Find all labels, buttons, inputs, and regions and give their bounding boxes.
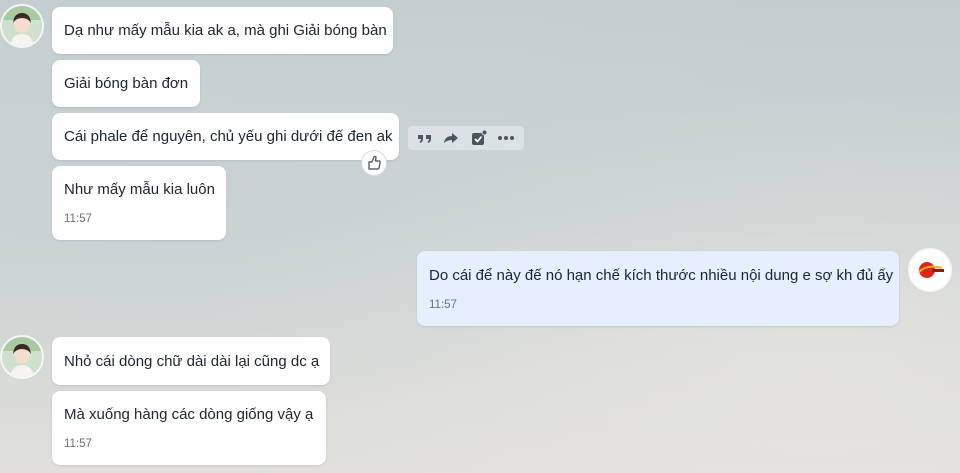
message-bubble-incoming[interactable]: Dạ như mấy mẫu kia ak a, mà ghi Giải bón…: [52, 7, 393, 54]
forward-icon: [444, 133, 458, 143]
more-button[interactable]: [496, 128, 516, 148]
message-timestamp: 11:57: [64, 438, 92, 450]
contact-avatar[interactable]: [2, 6, 42, 46]
message-text: Cái phale để nguyên, chủ yếu ghi dưới đế…: [64, 128, 393, 145]
contact-avatar[interactable]: [2, 337, 42, 377]
message-bubble-incoming[interactable]: Cái phale để nguyên, chủ yếu ghi dưới đế…: [52, 113, 399, 160]
message-bubble-incoming[interactable]: Nhỏ cái dòng chữ dài dài lại cũng dc ạ: [52, 337, 330, 385]
task-button[interactable]: [469, 128, 489, 148]
reaction-button[interactable]: [362, 151, 386, 175]
forward-button[interactable]: [441, 128, 461, 148]
thumbs-up-icon: [368, 155, 381, 170]
more-icon: [498, 136, 514, 140]
quote-icon: [418, 135, 431, 143]
message-text: Mà xuống hàng các dòng giống vậy ạ: [64, 406, 314, 423]
message-text: Như mấy mẫu kia luôn: [64, 181, 215, 198]
message-text: Nhỏ cái dòng chữ dài dài lại cũng dc ạ: [64, 353, 320, 370]
message-timestamp: 11:57: [64, 213, 92, 225]
message-text: Giải bóng bàn đơn: [64, 75, 189, 92]
my-avatar[interactable]: [910, 250, 950, 290]
message-timestamp: 11:57: [429, 299, 457, 311]
message-bubble-incoming[interactable]: Mà xuống hàng các dòng giống vậy ạ 11:57: [52, 391, 326, 465]
message-bubble-incoming[interactable]: Như mấy mẫu kia luôn 11:57: [52, 166, 226, 240]
message-bubble-outgoing[interactable]: Do cái để này đế nó hạn chế kích thước n…: [417, 251, 899, 326]
message-text: Dạ như mấy mẫu kia ak a, mà ghi Giải bón…: [64, 22, 387, 39]
task-icon: [472, 129, 488, 145]
message-bubble-incoming[interactable]: Giải bóng bàn đơn: [52, 60, 200, 107]
message-action-toolbar: [408, 126, 524, 150]
message-text: Do cái để này đế nó hạn chế kích thước n…: [429, 267, 894, 284]
quote-button[interactable]: [415, 128, 435, 148]
brand-logo-icon: [910, 250, 950, 290]
